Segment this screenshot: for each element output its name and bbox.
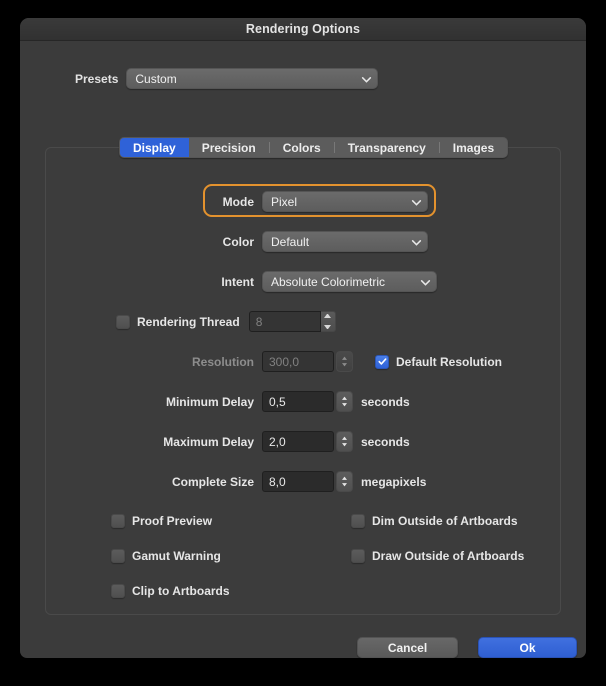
minimum-delay-label: Minimum Delay [165, 394, 254, 409]
maximum-delay-unit: seconds [361, 434, 410, 449]
minimum-delay-row: Minimum Delay 0,5 seconds [150, 391, 410, 412]
rendering-thread-checkbox[interactable] [116, 314, 130, 329]
rendering-thread-stepper[interactable] [320, 311, 336, 332]
resolution-row: Resolution 300,0 Default Resolution [178, 351, 502, 372]
complete-size-input[interactable]: 8,0 [262, 471, 334, 492]
proof-preview-label: Proof Preview [132, 514, 213, 528]
complete-size-row: Complete Size 8,0 megapixels [156, 471, 426, 492]
intent-label: Intent [221, 274, 254, 289]
intent-dropdown[interactable]: Absolute Colorimetric [262, 271, 437, 292]
minimum-delay-input[interactable]: 0,5 [262, 391, 334, 412]
presets-dropdown[interactable]: Custom [126, 68, 379, 89]
complete-size-value: 8,0 [269, 474, 286, 489]
tab-label: Transparency [347, 140, 426, 155]
rendering-options-dialog: Rendering Options Presets Custom Display… [20, 18, 586, 658]
cancel-button-label: Cancel [387, 640, 428, 655]
mode-value: Pixel [271, 194, 298, 209]
intent-value: Absolute Colorimetric [271, 274, 386, 289]
minimum-delay-unit: seconds [361, 394, 410, 409]
tab-transparency[interactable]: Transparency [335, 138, 439, 157]
stepper-up-icon[interactable] [324, 314, 332, 318]
rendering-thread-input[interactable]: 8 [248, 311, 321, 332]
maximum-delay-value: 2,0 [269, 434, 286, 449]
proof-preview-row[interactable]: Proof Preview [111, 514, 212, 528]
proof-preview-checkbox[interactable] [111, 514, 125, 528]
dim-outside-artboards-checkbox[interactable] [351, 514, 365, 528]
tab-precision[interactable]: Precision [189, 138, 269, 157]
presets-label: Presets [75, 71, 119, 86]
dialog-titlebar: Rendering Options [20, 18, 586, 41]
default-resolution-checkbox[interactable] [375, 354, 389, 369]
chevron-down-icon [420, 277, 431, 286]
minimum-delay-value: 0,5 [269, 394, 286, 409]
display-tab-panel: Mode Pixel Color Default Intent Absolute… [45, 147, 561, 615]
presets-row: Presets Custom [20, 68, 586, 89]
mode-row: Mode Pixel [216, 191, 428, 212]
mode-dropdown[interactable]: Pixel [262, 191, 428, 212]
default-resolution-label: Default Resolution [396, 354, 503, 369]
minimum-delay-stepper[interactable] [336, 391, 353, 412]
ok-button[interactable]: Ok [478, 637, 577, 658]
tab-label: Colors [282, 140, 321, 155]
clip-to-artboards-label: Clip to Artboards [132, 584, 230, 598]
maximum-delay-input[interactable]: 2,0 [262, 431, 334, 452]
draw-outside-artboards-checkbox[interactable] [351, 549, 365, 563]
tab-label: Display [133, 140, 176, 155]
draw-outside-artboards-label: Draw Outside of Artboards [372, 549, 525, 563]
tab-strip: Display Precision Colors Transparency Im… [119, 137, 509, 158]
ok-button-label: Ok [519, 640, 536, 655]
clip-to-artboards-row[interactable]: Clip to Artboards [111, 584, 230, 598]
maximum-delay-row: Maximum Delay 2,0 seconds [150, 431, 410, 452]
rendering-thread-label: Rendering Thread [137, 314, 240, 329]
gamut-warning-checkbox[interactable] [111, 549, 125, 563]
gamut-warning-label: Gamut Warning [132, 549, 221, 563]
tab-display[interactable]: Display [120, 138, 189, 157]
gamut-warning-row[interactable]: Gamut Warning [111, 549, 221, 563]
stepper-down-icon[interactable] [324, 325, 332, 329]
chevron-down-icon [411, 197, 422, 206]
complete-size-label: Complete Size [171, 474, 254, 489]
tab-images[interactable]: Images [440, 138, 507, 157]
presets-value: Custom [135, 71, 177, 86]
maximum-delay-stepper[interactable] [336, 431, 353, 452]
tab-label: Precision [201, 140, 256, 155]
resolution-label: Resolution [192, 354, 254, 369]
tab-label: Images [452, 140, 495, 155]
draw-outside-artboards-row[interactable]: Draw Outside of Artboards [351, 549, 524, 563]
complete-size-stepper[interactable] [336, 471, 353, 492]
color-row: Color Default [216, 231, 428, 252]
color-value: Default [271, 234, 310, 249]
resolution-input[interactable]: 300,0 [262, 351, 334, 372]
mode-label: Mode [222, 194, 254, 209]
dialog-title: Rendering Options [245, 22, 361, 36]
cancel-button[interactable]: Cancel [357, 637, 458, 658]
chevron-down-icon [361, 74, 372, 83]
resolution-value: 300,0 [269, 354, 300, 369]
dim-outside-artboards-label: Dim Outside of Artboards [372, 514, 518, 528]
color-dropdown[interactable]: Default [262, 231, 428, 252]
clip-to-artboards-checkbox[interactable] [111, 584, 125, 598]
tab-colors[interactable]: Colors [270, 138, 334, 157]
complete-size-unit: megapixels [361, 474, 427, 489]
chevron-down-icon [411, 237, 422, 246]
rendering-thread-value: 8 [255, 314, 263, 329]
dim-outside-artboards-row[interactable]: Dim Outside of Artboards [351, 514, 518, 528]
maximum-delay-label: Maximum Delay [163, 434, 254, 449]
rendering-thread-row: Rendering Thread 8 [116, 311, 336, 332]
color-label: Color [222, 234, 254, 249]
intent-row: Intent Absolute Colorimetric [213, 271, 437, 292]
resolution-stepper[interactable] [336, 351, 353, 372]
